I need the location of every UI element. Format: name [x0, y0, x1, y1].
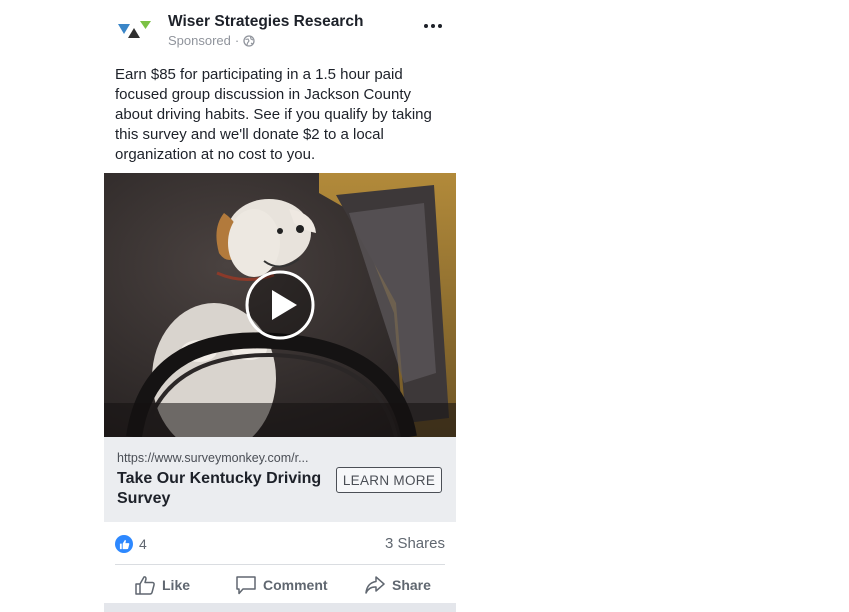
sponsored-post: Wiser Strategies Research Sponsored · Ea… [104, 0, 456, 612]
like-button[interactable]: Like [134, 572, 190, 598]
thumbs-up-icon [119, 539, 129, 549]
video-player[interactable] [104, 173, 456, 437]
like-reaction-icon[interactable] [115, 535, 133, 553]
share-button[interactable]: Share [364, 572, 431, 598]
share-arrow-icon [365, 576, 385, 594]
sponsored-line: Sponsored · [168, 33, 255, 48]
comment-button[interactable]: Comment [235, 572, 328, 598]
next-post-edge [104, 603, 456, 612]
comment-label: Comment [263, 577, 328, 593]
separator-dot: · [234, 33, 240, 48]
link-title[interactable]: Take Our Kentucky Driving Survey [117, 469, 327, 509]
play-icon[interactable] [245, 270, 315, 340]
learn-more-button[interactable]: LEARN MORE [336, 467, 442, 493]
more-dot [438, 24, 442, 28]
more-dot [431, 24, 435, 28]
more-options-button[interactable] [420, 16, 446, 36]
post-text: Earn $85 for participating in a 1.5 hour… [115, 66, 432, 163]
page-name-link[interactable]: Wiser Strategies Research [168, 13, 363, 31]
page-logo[interactable] [118, 17, 158, 43]
shares-count[interactable]: 3 Shares [385, 535, 445, 552]
share-label: Share [392, 577, 431, 593]
globe-icon[interactable] [243, 34, 255, 47]
sponsored-label[interactable]: Sponsored [168, 33, 231, 48]
like-count[interactable]: 4 [139, 536, 147, 552]
link-url[interactable]: https://www.surveymonkey.com/r... [117, 451, 309, 465]
comment-icon [236, 576, 256, 595]
like-label: Like [162, 577, 191, 593]
divider [115, 564, 445, 565]
more-horizontal-icon [424, 24, 428, 28]
thumbs-up-outline-icon [135, 576, 155, 595]
link-preview[interactable]: https://www.surveymonkey.com/r... Take O… [104, 437, 456, 522]
